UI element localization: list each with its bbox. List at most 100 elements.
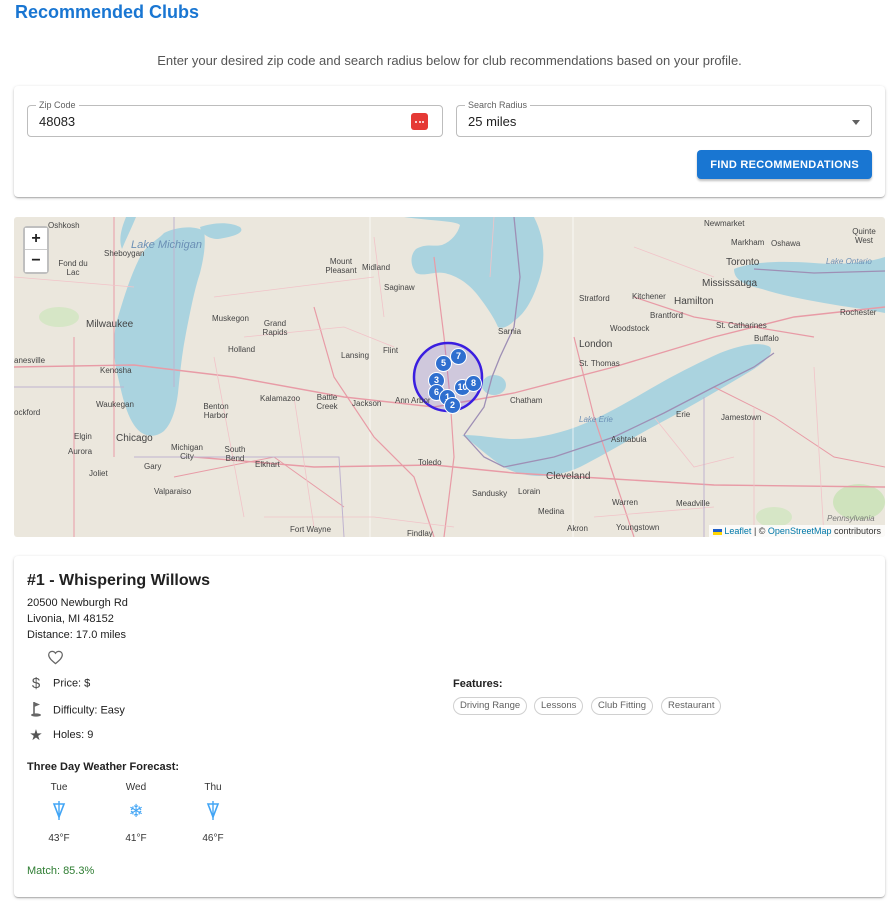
forecast-day-label: Tue <box>50 782 68 793</box>
feature-chip: Club Fitting <box>591 697 654 715</box>
cluster-marker[interactable]: 2 <box>444 397 461 414</box>
snow-icon: ❄ <box>128 801 144 821</box>
place-label: Chatham <box>510 396 543 405</box>
weather-title: Three Day Weather Forecast: <box>27 761 180 773</box>
place-label: Erie <box>676 410 691 419</box>
attribution-tail: contributors <box>831 526 881 536</box>
search-card: Zip Code 48083 Search Radius 25 miles FI… <box>14 86 885 197</box>
zoom-out-button[interactable]: − <box>25 250 47 272</box>
find-recommendations-button[interactable]: FIND RECOMMENDATIONS <box>697 150 872 179</box>
zip-code-label: Zip Code <box>36 99 79 111</box>
place-label: Cleveland <box>546 471 591 482</box>
place-label: Holland <box>228 345 256 354</box>
place-label: Benton Harbor <box>203 402 229 420</box>
place-label: Stratford <box>579 294 610 303</box>
page-title: Recommended Clubs <box>15 2 200 22</box>
place-label: Gary <box>144 462 162 471</box>
place-label: Milwaukee <box>86 319 134 330</box>
place-label: Woodstock <box>610 324 650 333</box>
place-label: Sarnia <box>498 327 522 336</box>
search-radius-value[interactable]: 25 miles <box>468 114 516 129</box>
place-label: Lansing <box>341 351 370 360</box>
place-label: St. Catharines <box>716 321 767 330</box>
place-label: Ann Arbor <box>395 396 431 405</box>
place-label: Warren <box>612 498 638 507</box>
place-label: Flint <box>383 346 399 355</box>
search-radius-label: Search Radius <box>465 99 531 111</box>
zoom-controls: + − <box>23 226 49 274</box>
feature-chip: Restaurant <box>661 697 722 715</box>
price-row: $ Price: $ <box>28 675 90 692</box>
place-label: Michigan City <box>170 443 203 461</box>
place-label: Waukegan <box>96 400 134 409</box>
feature-chip: Lessons <box>534 697 584 715</box>
forecast-day-label: Thu <box>204 782 222 793</box>
ukraine-flag-icon <box>712 528 722 535</box>
place-label: Valparaiso <box>154 487 192 496</box>
place-label: Brantford <box>650 311 683 320</box>
holes-row: ★ Holes: 9 <box>28 726 93 744</box>
place-label: Buffalo <box>754 334 779 343</box>
forecast-temp: 41°F <box>125 833 147 844</box>
place-label: South Bend <box>224 445 246 463</box>
cluster-marker[interactable]: 8 <box>465 375 482 392</box>
map-attribution: Leaflet | © OpenStreetMap contributors <box>708 525 885 537</box>
dollar-icon: $ <box>31 675 41 692</box>
club-address-line1: 20500 Newburgh Rd <box>27 597 128 609</box>
lake-erie-label: Lake Erie <box>579 415 613 424</box>
rain-icon <box>193 801 233 833</box>
place-label: Elgin <box>74 432 92 441</box>
place-label: Newmarket <box>704 219 745 228</box>
intro-text: Enter your desired zip code and search r… <box>157 53 742 68</box>
place-label: Chicago <box>116 433 153 444</box>
attribution-separator: | © <box>751 526 768 536</box>
lake-ontario-label: Lake Ontario <box>826 257 872 266</box>
favorite-heart-icon[interactable] <box>47 650 64 670</box>
place-label: Mount Pleasant <box>325 257 357 275</box>
place-label: Mississauga <box>702 278 758 289</box>
cluster-marker[interactable]: 7 <box>450 348 467 365</box>
place-label: Ashtabula <box>611 435 647 444</box>
place-label: Oshawa <box>771 239 801 248</box>
place-label: Toronto <box>726 257 760 268</box>
search-radius-select[interactable]: Search Radius 25 miles <box>456 99 872 137</box>
place-label: St. Thomas <box>579 359 620 368</box>
openstreetmap-link[interactable]: OpenStreetMap <box>768 526 832 536</box>
zip-code-value[interactable]: 48083 <box>39 114 75 129</box>
place-label: Lorain <box>518 487 541 496</box>
password-manager-icon[interactable] <box>411 113 428 130</box>
zip-code-field[interactable]: Zip Code 48083 <box>27 99 443 137</box>
place-label: Kenosha <box>100 366 132 375</box>
holes-text: Holes: 9 <box>53 728 94 741</box>
club-card: #1 - Whispering Willows 20500 Newburgh R… <box>14 556 885 897</box>
place-label: Sandusky <box>472 489 508 498</box>
place-label: Pennsylvania <box>827 514 875 523</box>
forecast-day: Thu 46°F <box>193 782 233 844</box>
place-label: Findlay <box>407 529 433 537</box>
map-view[interactable]: Lake Michigan Lake Ontario Lake Erie Osh… <box>14 217 885 537</box>
place-label: Quinte West <box>852 227 876 245</box>
leaflet-link[interactable]: Leaflet <box>724 526 751 536</box>
place-label: Kitchener <box>632 292 666 301</box>
price-text: Price: $ <box>53 677 91 690</box>
zoom-in-button[interactable]: + <box>25 228 47 250</box>
place-label: Grand Rapids <box>262 319 288 337</box>
place-label: anesville <box>14 356 46 365</box>
place-label: Saginaw <box>384 283 415 292</box>
place-label: Fond du Lac <box>58 259 88 277</box>
place-label: Medina <box>538 507 565 516</box>
forecast-day: Wed ❄ 41°F <box>116 782 156 844</box>
features-label: Features: <box>453 678 503 690</box>
place-label: Rochester <box>840 308 877 317</box>
place-label: Youngstown <box>616 523 660 532</box>
place-label: Elkhart <box>255 460 280 469</box>
place-label: Jackson <box>352 399 382 408</box>
place-label: Meadville <box>676 499 710 508</box>
place-label: Midland <box>362 263 391 272</box>
place-label: Aurora <box>68 447 93 456</box>
place-label: Hamilton <box>674 296 714 307</box>
place-label: Sheboygan <box>104 249 145 258</box>
dropdown-caret-icon[interactable] <box>852 120 860 125</box>
place-label: Battle Creek <box>316 393 338 411</box>
forecast-day-label: Wed <box>125 782 147 793</box>
